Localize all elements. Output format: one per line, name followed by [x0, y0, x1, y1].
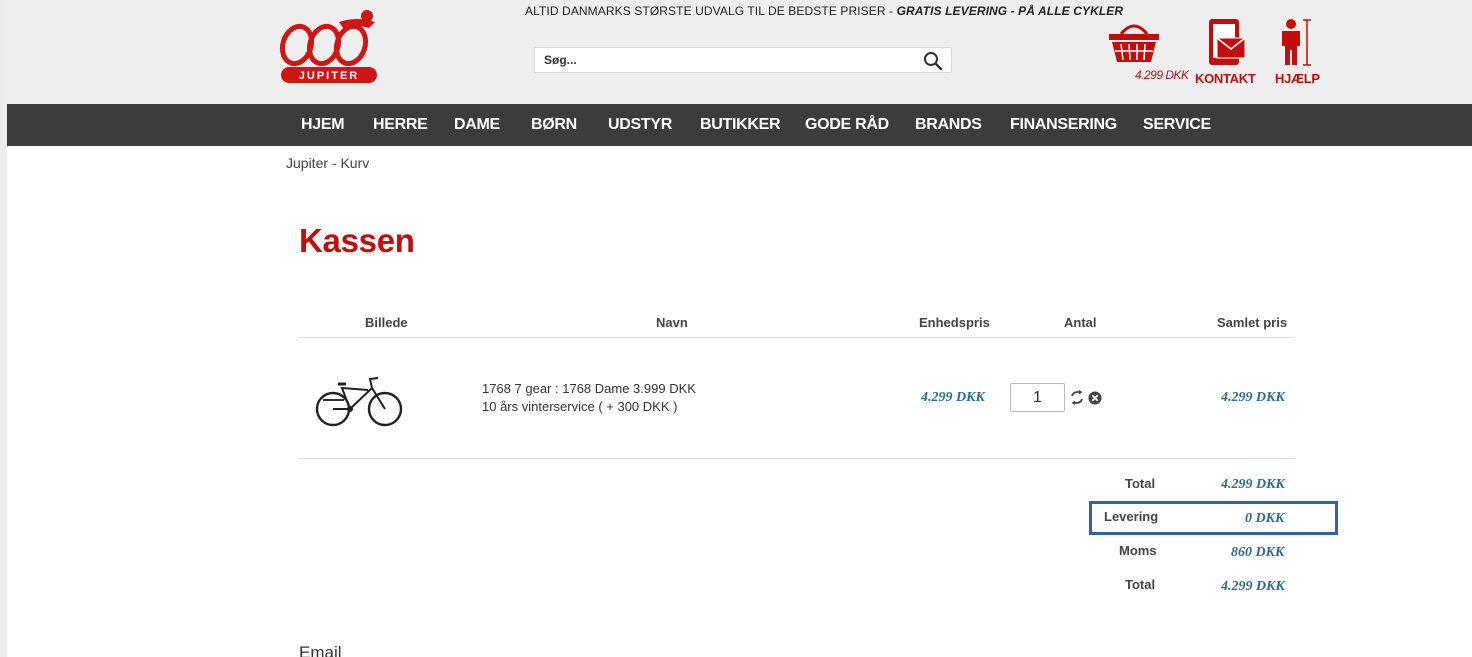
summary-grand-total-label: Total: [1125, 577, 1156, 592]
nav-item-gode-raad[interactable]: GODE RÅD: [805, 116, 889, 134]
nav-item-hjem[interactable]: HJEM: [301, 116, 345, 134]
phone-mail-icon: [1209, 19, 1246, 65]
col-header-image: Billede: [365, 315, 408, 330]
help-button[interactable]: HJÆLP: [1275, 18, 1320, 86]
search-input[interactable]: [535, 48, 905, 72]
help-label: HJÆLP: [1275, 71, 1320, 86]
col-header-quantity: Antal: [1064, 315, 1097, 330]
email-label: Email: [299, 643, 342, 657]
page: JUPITER ALTID DANMARKS STØRSTE UDVALG TI…: [7, 0, 1472, 657]
table-divider: [298, 337, 1295, 338]
tagline: ALTID DANMARKS STØRSTE UDVALG TIL DE BED…: [525, 4, 1123, 18]
tagline-plain: ALTID DANMARKS STØRSTE UDVALG TIL DE BED…: [525, 4, 897, 18]
col-header-total-price: Samlet pris: [1217, 315, 1288, 330]
breadcrumb: Jupiter - Kurv: [286, 155, 370, 171]
main-nav: HJEM HERRE DAME BØRN UDSTYR BUTIKKER GOD…: [7, 104, 1472, 146]
summary-total-label: Total: [1125, 476, 1156, 491]
logo-text: JUPITER: [299, 70, 359, 82]
contact-button[interactable]: KONTAKT: [1195, 18, 1256, 86]
col-header-name: Navn: [656, 315, 688, 330]
nav-item-herre[interactable]: HERRE: [373, 116, 428, 134]
basket-icon: [1109, 24, 1159, 62]
summary-delivery-value: 0 DKK: [1245, 511, 1285, 526]
col-header-unit-price: Enhedspris: [919, 315, 990, 330]
nav-item-udstyr[interactable]: UDSTYR: [608, 116, 672, 134]
nav-item-brands[interactable]: BRANDS: [915, 116, 982, 134]
row-total-price: 4.299 DKK: [1221, 390, 1285, 405]
item-name-line-1: 1768 7 gear : 1768 Dame 3.999 DKK: [482, 381, 696, 396]
cart-amount[interactable]: 4.299 DKK: [1135, 68, 1189, 82]
item-name[interactable]: 1768 7 gear : 1768 Dame 3.999 DKK 10 års…: [482, 380, 696, 416]
nav-item-butikker[interactable]: BUTIKKER: [700, 116, 781, 134]
nav-item-born[interactable]: BØRN: [531, 116, 577, 134]
nav-item-finansering[interactable]: FINANSERING: [1010, 116, 1117, 134]
page-title: Kassen: [299, 222, 415, 259]
nav-item-dame[interactable]: DAME: [454, 116, 500, 134]
tagline-strong: GRATIS LEVERING - PÅ ALLE CYKLER: [896, 4, 1124, 18]
summary-vat-label: Moms: [1119, 543, 1157, 558]
bike-thumbnail[interactable]: [314, 370, 404, 430]
summary-vat-value: 860 DKK: [1231, 545, 1285, 560]
search-box: [534, 47, 952, 73]
refresh-icon[interactable]: [1070, 390, 1084, 405]
quantity-input[interactable]: [1010, 383, 1065, 412]
table-bottom-divider: [298, 458, 1295, 459]
search-icon[interactable]: [923, 51, 943, 71]
summary-grand-total-value: 4.299 DKK: [1221, 579, 1285, 594]
unit-price: 4.299 DKK: [921, 390, 985, 405]
nav-item-service[interactable]: SERVICE: [1143, 116, 1211, 134]
jupiter-logo[interactable]: JUPITER: [279, 8, 379, 86]
summary-delivery-label: Levering: [1104, 509, 1159, 524]
person-height-icon: [1282, 19, 1311, 66]
summary-total-value: 4.299 DKK: [1221, 477, 1285, 492]
header: JUPITER ALTID DANMARKS STØRSTE UDVALG TI…: [7, 0, 1472, 104]
contact-label: KONTAKT: [1195, 71, 1256, 86]
remove-icon[interactable]: [1088, 391, 1102, 405]
item-name-line-2: 10 års vinterservice ( + 300 DKK ): [482, 399, 678, 414]
cart-button[interactable]: [1104, 18, 1164, 69]
